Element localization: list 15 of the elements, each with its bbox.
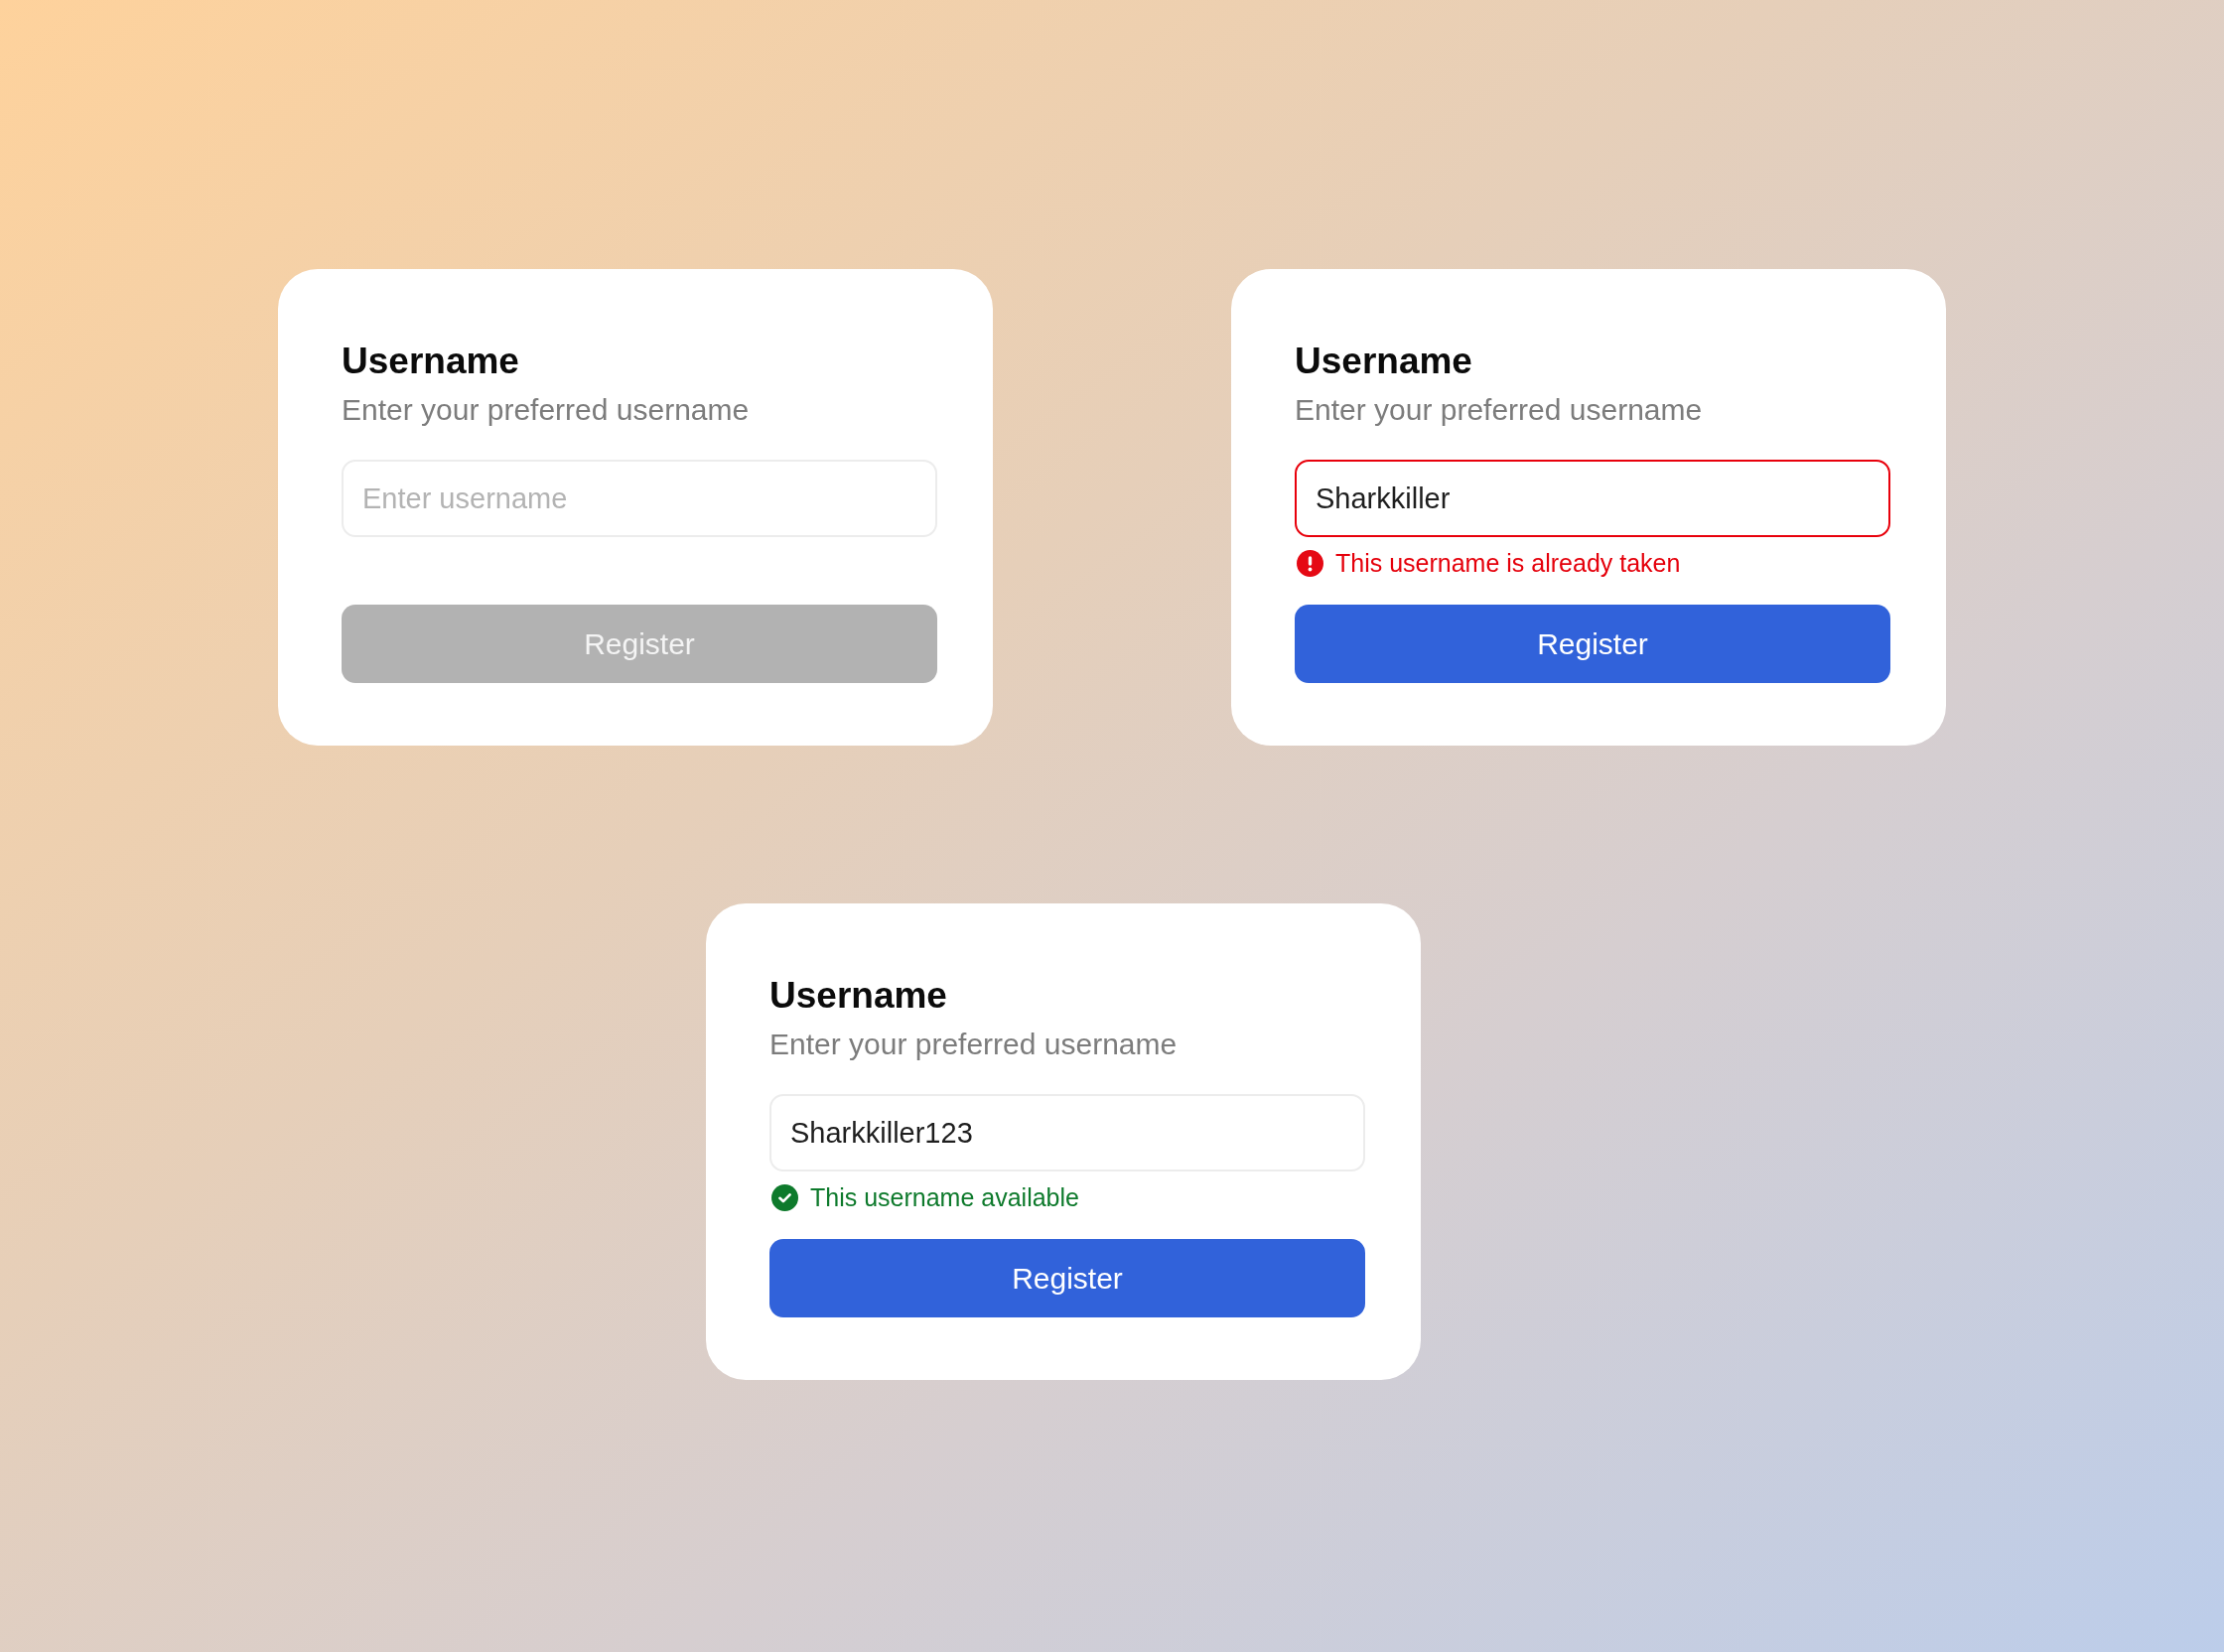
username-field[interactable]: Sharkkiller (1295, 460, 1890, 537)
field-description: Enter your preferred username (769, 1027, 1178, 1062)
register-button[interactable]: Register (1295, 605, 1890, 683)
username-field[interactable]: Sharkkiller123 (769, 1094, 1365, 1171)
username-field[interactable]: Enter username (342, 460, 937, 537)
field-description: Enter your preferred username (342, 392, 750, 428)
exclamation-icon (1297, 549, 1323, 577)
check-icon (771, 1183, 798, 1211)
field-title: Username (1295, 340, 1472, 383)
error-message: This username is already taken (1335, 548, 1681, 578)
register-button[interactable]: Register (769, 1239, 1365, 1317)
field-title: Username (769, 974, 947, 1018)
field-title: Username (342, 340, 519, 383)
success-message: This username available (810, 1182, 1079, 1212)
field-description: Enter your preferred username (1295, 392, 1703, 428)
